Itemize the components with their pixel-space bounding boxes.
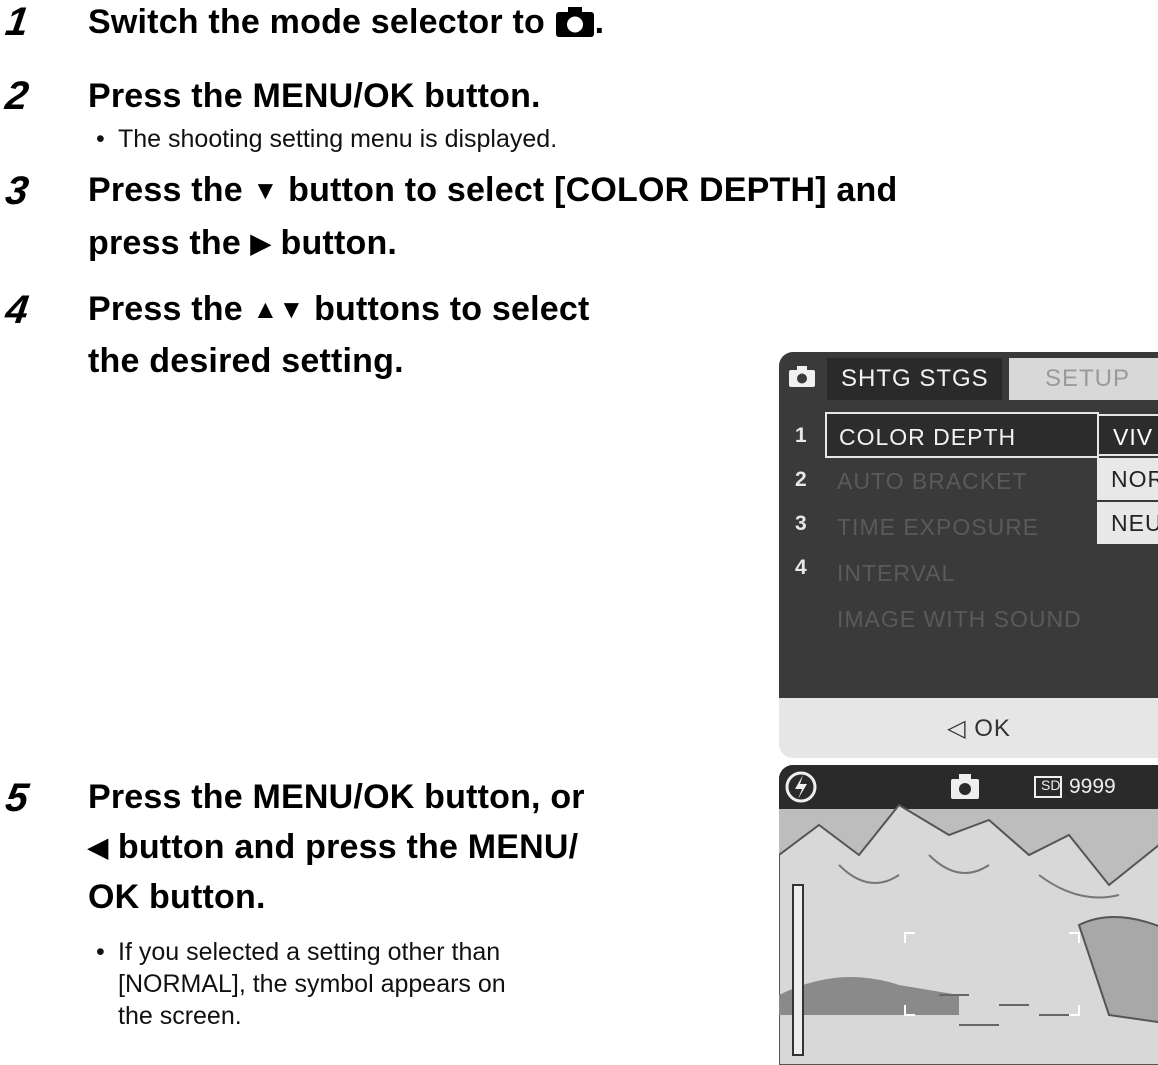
bullet-text: • If you selected a setting other than	[96, 937, 501, 968]
step-3-text-c: press the	[88, 224, 241, 262]
up-down-arrow-icon: ▲▼	[252, 294, 305, 324]
down-arrow-icon: ▼	[252, 175, 279, 205]
sd-card-icon: SD	[1041, 777, 1061, 793]
bullet-label: If you selected a setting other than	[118, 938, 501, 966]
tab-setup: SETUP	[1009, 358, 1158, 400]
camera-icon	[789, 366, 815, 387]
step-text: press the ▶ button.	[88, 221, 397, 265]
left-arrow-icon: ◀	[88, 832, 109, 862]
menu-item-image-with-sound: IMAGE WITH SOUND	[837, 606, 1082, 632]
shot-counter: 9999	[1069, 775, 1116, 798]
menu-item-interval: INTERVAL	[837, 560, 956, 586]
menu-page-number: 4	[795, 556, 807, 579]
step-number: 1	[2, 0, 32, 44]
menu-page-number: 2	[795, 468, 807, 491]
menu-page-number: 1	[795, 424, 807, 447]
step-number: 3	[2, 169, 32, 213]
camera-icon	[555, 7, 594, 37]
step-text: OK button.	[88, 878, 266, 916]
landscape-illustration	[779, 765, 1158, 1065]
menu-page-number: 3	[795, 512, 807, 535]
menu-panel: SHTG STGS SETUP 1 2 3 4 COLOR DEPTH AUTO…	[779, 352, 1158, 698]
step-text: ◀ button and press the MENU/	[88, 825, 578, 869]
step-4-text-b: buttons to select	[314, 290, 590, 328]
menu-item-color-depth: COLOR DEPTH	[825, 412, 1099, 458]
step-1-text: Switch the mode selector to	[88, 3, 545, 41]
menu-item-auto-bracket: AUTO BRACKET	[837, 468, 1028, 494]
bullet-dot: •	[96, 938, 105, 966]
camera-preview-screenshot: SD 9999	[779, 765, 1158, 1065]
step-3-text-b: button to select [COLOR DEPTH] and	[288, 171, 898, 209]
menu-footer: ◁ OK	[947, 715, 1011, 742]
bullet-label: The shooting setting menu is displayed.	[118, 125, 558, 153]
step-3-text-a: Press the	[88, 171, 243, 209]
camera-menu-screenshot: SHTG STGS SETUP 1 2 3 4 COLOR DEPTH AUTO…	[779, 352, 1158, 758]
step-number: 4	[2, 288, 32, 332]
step-5-text-b: button and press the MENU/	[117, 828, 579, 866]
right-arrow-icon: ▶	[250, 228, 271, 258]
bullet-text: the screen.	[118, 1002, 242, 1030]
step-text: the desired setting.	[88, 342, 404, 380]
step-text: Press the MENU/OK button, or	[88, 778, 585, 816]
option-vivid: VIV	[1097, 414, 1158, 456]
step-number: 2	[2, 74, 32, 118]
step-number: 5	[2, 776, 32, 820]
step-text: Press the MENU/OK button.	[88, 77, 541, 115]
option-normal: NOR	[1097, 458, 1158, 500]
step-4-text-a: Press the	[88, 290, 243, 328]
step-1-suffix: .	[594, 3, 605, 41]
option-neutral: NEU	[1097, 502, 1158, 544]
menu-item-time-exposure: TIME EXPOSURE	[837, 514, 1040, 540]
tab-shooting-settings: SHTG STGS	[827, 358, 1002, 400]
step-text: Press the ▼ button to select [COLOR DEPT…	[88, 168, 897, 212]
step-text: Press the ▲▼ buttons to select	[88, 287, 590, 331]
step-3-text-d: button.	[280, 224, 398, 262]
bullet-text: [NORMAL], the symbol appears on	[118, 970, 506, 998]
bullet-text: • The shooting setting menu is displayed…	[96, 124, 558, 155]
step-text: Switch the mode selector to .	[88, 0, 604, 44]
bullet-dot: •	[96, 125, 105, 153]
